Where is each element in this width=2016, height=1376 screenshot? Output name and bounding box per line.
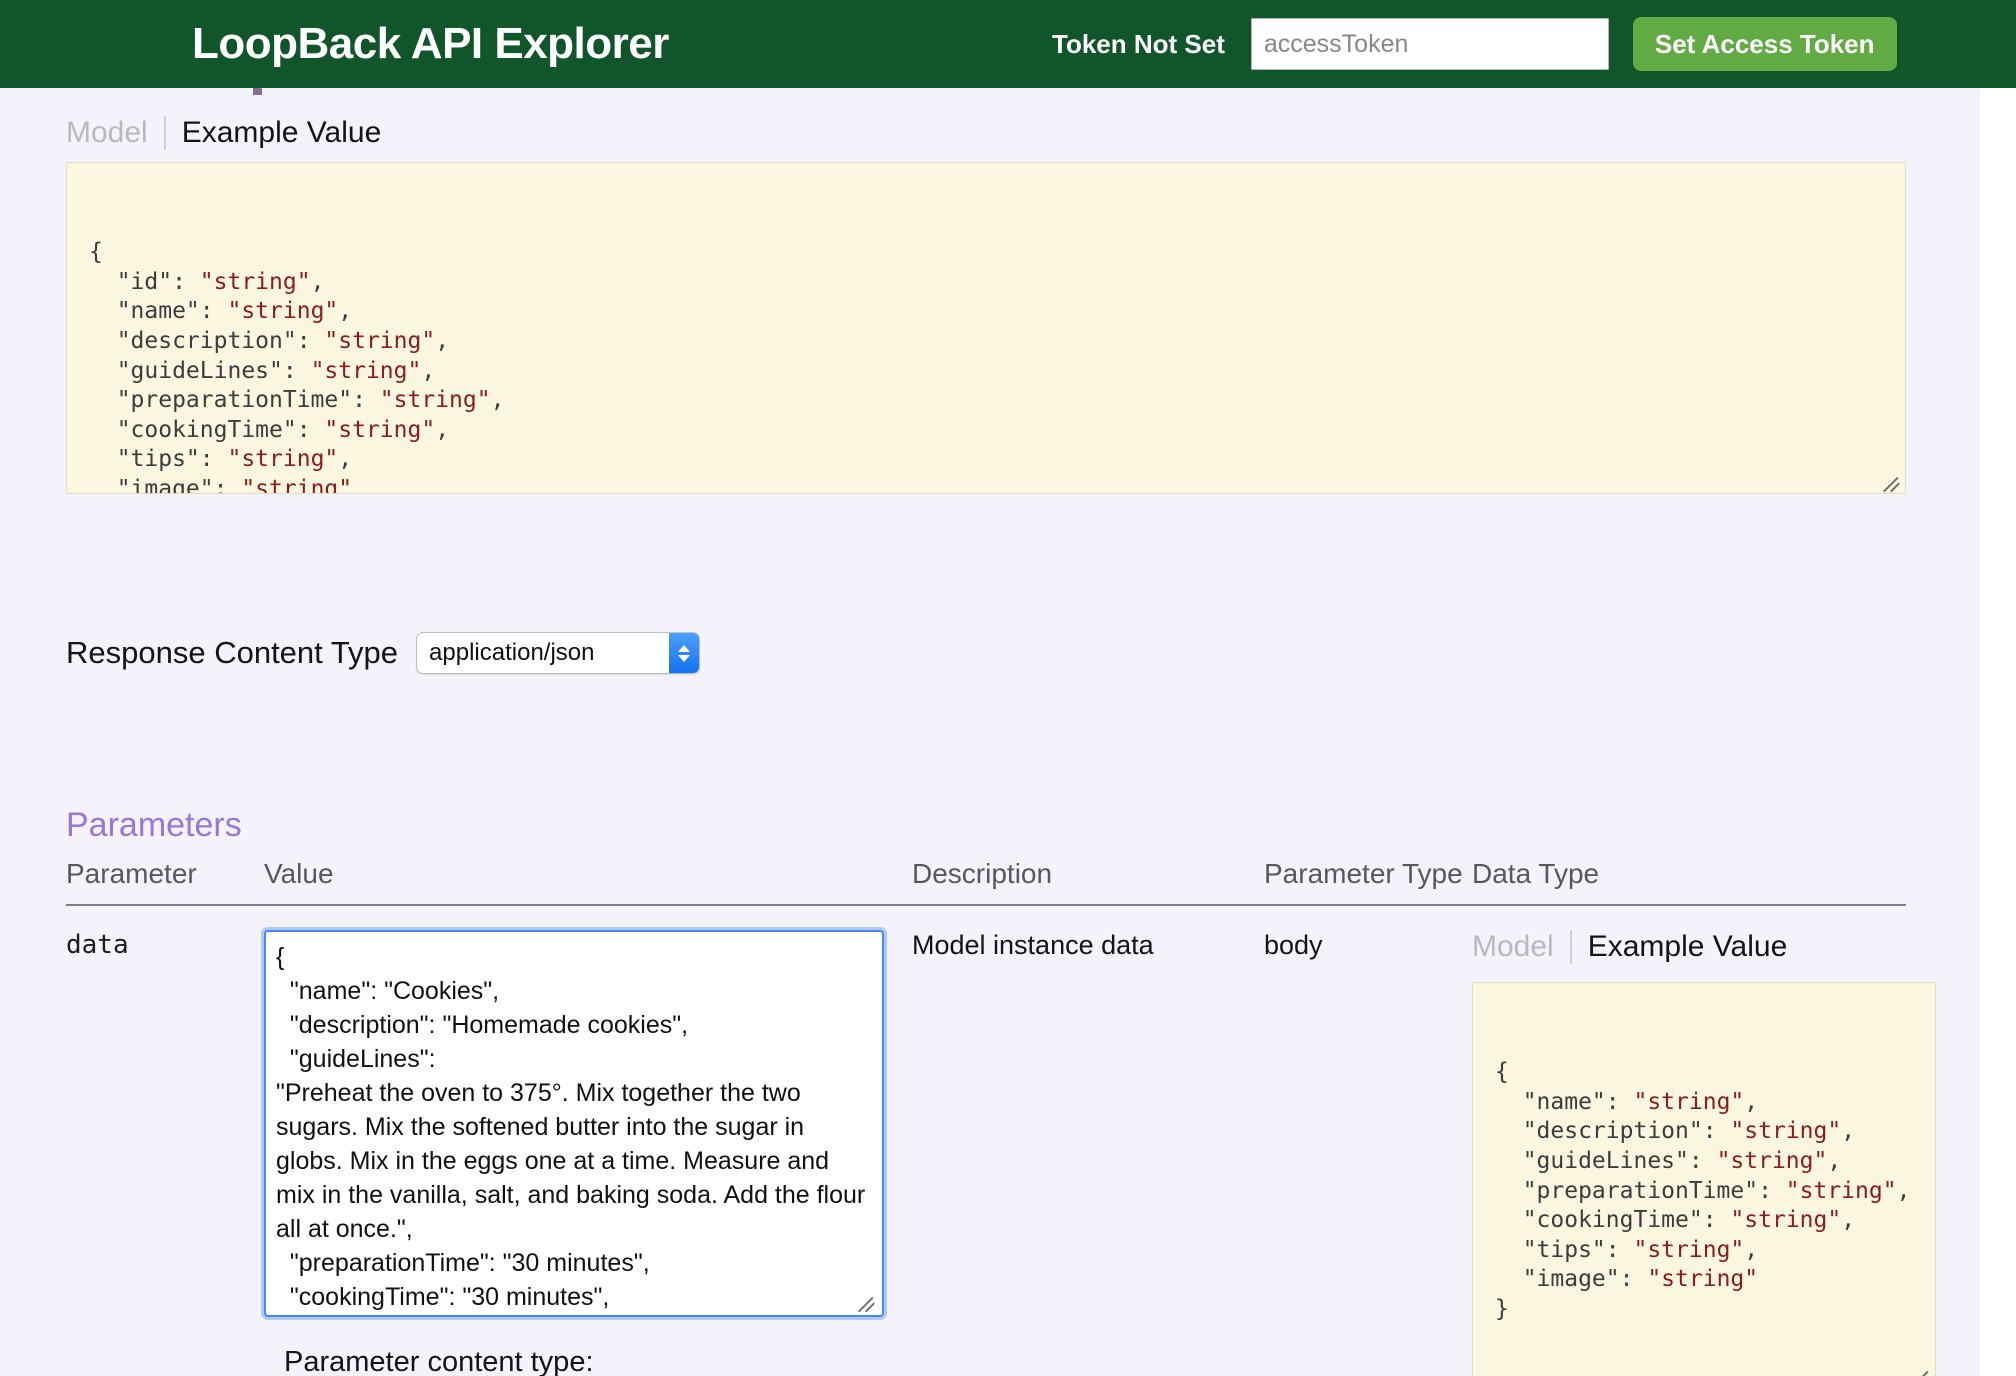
parameter-description-cell: Model instance data bbox=[912, 930, 1264, 1376]
column-header-data-type: Data Type bbox=[1472, 858, 1906, 890]
response-content-type-select[interactable]: application/json bbox=[416, 632, 700, 674]
parameter-type: body bbox=[1264, 930, 1323, 960]
parameter-name: data bbox=[66, 930, 129, 960]
data-body-textarea[interactable]: { "name": "Cookies", "description": "Hom… bbox=[264, 930, 884, 1317]
column-header-parameter-type: Parameter Type bbox=[1264, 858, 1472, 890]
app-header: LoopBack API Explorer Token Not Set Set … bbox=[0, 0, 2016, 88]
data-type-example-json-code: { "name": "string", "description": "stri… bbox=[1473, 1042, 1935, 1340]
parameter-description: Model instance data bbox=[912, 930, 1154, 960]
data-type-example-json[interactable]: { "name": "string", "description": "stri… bbox=[1472, 982, 1936, 1376]
app-title: LoopBack API Explorer bbox=[192, 19, 669, 69]
parameter-type-cell: body bbox=[1264, 930, 1472, 1376]
resize-grip-icon bbox=[1913, 1365, 1933, 1376]
set-access-token-button[interactable]: Set Access Token bbox=[1633, 17, 1897, 71]
table-row: data { "name": "Cookies", "description":… bbox=[66, 906, 1906, 1376]
tab-example-value[interactable]: Example Value bbox=[1572, 930, 1788, 964]
resize-grip-icon bbox=[858, 1291, 878, 1311]
data-textarea-wrapper: { "name": "Cookies", "description": "Hom… bbox=[264, 930, 884, 1317]
response-example-json[interactable]: { "id": "string", "name": "string", "des… bbox=[66, 162, 1906, 494]
data-type-cell: Model Example Value { "name": "string", … bbox=[1472, 930, 1936, 1376]
column-header-parameter: Parameter bbox=[66, 858, 264, 890]
parameter-content-type-label: Parameter content type: bbox=[284, 1346, 594, 1376]
parameter-value-cell: { "name": "Cookies", "description": "Hom… bbox=[264, 930, 912, 1376]
column-header-description: Description bbox=[912, 858, 1264, 890]
response-content-type-label: Response Content Type bbox=[66, 635, 398, 671]
token-status-label: Token Not Set bbox=[1052, 29, 1225, 60]
token-bar: Token Not Set Set Access Token bbox=[1052, 0, 1897, 88]
api-explorer-page: LoopBack API Explorer Token Not Set Set … bbox=[0, 0, 2016, 1376]
column-header-value: Value bbox=[264, 858, 912, 890]
table-header-row: Parameter Value Description Parameter Ty… bbox=[66, 858, 1906, 906]
response-example-json-code: { "id": "string", "name": "string", "des… bbox=[67, 222, 1905, 494]
data-type-tabs: Model Example Value bbox=[1472, 930, 1936, 964]
parameter-name-cell: data bbox=[66, 930, 264, 1376]
parameters-heading: Parameters bbox=[66, 806, 242, 845]
tab-example-value[interactable]: Example Value bbox=[166, 116, 382, 150]
response-content-type-row: Response Content Type application/json bbox=[66, 632, 700, 674]
tab-model[interactable]: Model bbox=[1472, 930, 1570, 964]
tab-model[interactable]: Model bbox=[66, 116, 164, 150]
response-model-tabs: Model Example Value bbox=[66, 116, 381, 150]
parameters-table: Parameter Value Description Parameter Ty… bbox=[66, 858, 1906, 1376]
content-area: Model Example Value { "id": "string", "n… bbox=[0, 88, 1980, 1376]
chevron-updown-icon[interactable] bbox=[669, 633, 699, 673]
response-content-type-value: application/json bbox=[417, 639, 669, 667]
scrolled-text-fragment bbox=[253, 88, 262, 95]
access-token-input[interactable] bbox=[1251, 18, 1609, 70]
